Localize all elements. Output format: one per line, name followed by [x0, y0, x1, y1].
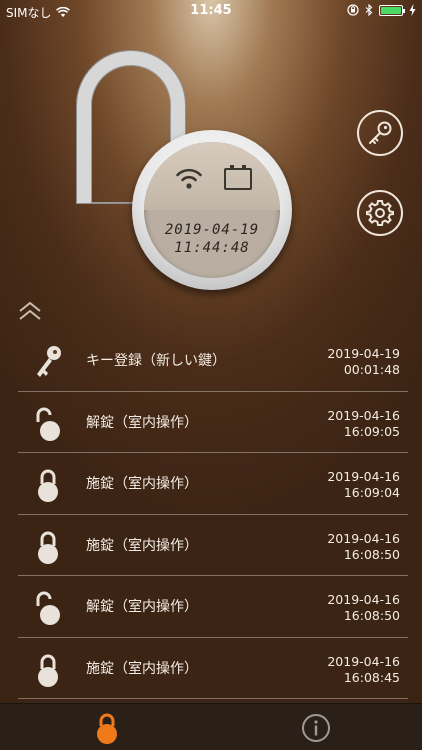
tab-lock[interactable] — [91, 712, 123, 744]
history-time: 16:08:50 — [343, 608, 400, 623]
double-chevron-up-icon — [19, 301, 41, 320]
history-time: 00:01:48 — [343, 362, 400, 377]
lock-tab-icon — [97, 713, 117, 744]
history-event-label: 施錠（室内操作） — [86, 660, 198, 677]
history-event-label: 施錠（室内操作） — [86, 537, 198, 554]
history-event-label: 施錠（室内操作） — [86, 476, 198, 492]
settings-button[interactable] — [357, 190, 403, 236]
history-time: 16:08:50 — [343, 546, 400, 562]
rotation-lock-icon — [347, 4, 359, 16]
history-timestamp: 2019-04-16 16:08:45 — [327, 654, 400, 686]
locked-icon — [32, 467, 64, 503]
tab-bar — [0, 703, 422, 750]
history-timestamp: 2019-04-16 16:08:50 — [327, 531, 400, 563]
locked-icon — [32, 529, 64, 565]
history-date: 2019-04-16 — [327, 592, 400, 607]
history-date: 2019-04-16 — [327, 469, 400, 484]
bluetooth-icon — [365, 4, 373, 16]
gear-icon — [366, 200, 394, 226]
history-timestamp: 2019-04-16 16:09:04 — [327, 469, 400, 501]
history-time: 16:08:45 — [343, 669, 400, 685]
history-event-label: キー登録（新しい鍵） — [86, 353, 226, 369]
history-date: 2019-04-16 — [327, 653, 400, 669]
history-row[interactable]: 施錠（室内操作） 2019-04-16 16:08:45 — [18, 638, 408, 699]
history-timestamp: 2019-04-19 00:01:48 — [327, 346, 400, 378]
display-time: 11:44:48 — [174, 240, 250, 256]
tab-info[interactable] — [300, 712, 332, 744]
history-row[interactable]: 施錠（室内操作） 2019-04-16 16:09:04 — [18, 453, 408, 515]
battery-status-icon — [379, 4, 405, 16]
history-time: 16:09:05 — [343, 423, 400, 439]
wifi-icon — [176, 168, 202, 189]
unlocked-icon — [32, 406, 64, 442]
history-date: 2019-04-16 — [327, 530, 400, 546]
history-row[interactable]: 解錠（室内操作） 2019-04-16 16:08:50 — [18, 576, 408, 638]
battery-fill — [381, 6, 401, 14]
lock-illustration[interactable]: 2019-04-19 11:44:48 — [70, 45, 300, 290]
history-timestamp: 2019-04-16 16:09:05 — [327, 408, 400, 440]
history-row[interactable]: 施錠（室内操作） 2019-04-16 16:08:50 — [18, 515, 408, 576]
history-row[interactable]: キー登録（新しい鍵） 2019-04-19 00:01:48 — [18, 330, 408, 392]
unlocked-icon — [32, 590, 64, 626]
history-list: キー登録（新しい鍵） 2019-04-19 00:01:48 解錠（室内操作） 2019… — [18, 330, 408, 699]
status-right — [347, 4, 416, 16]
history-date: 2019-04-16 — [327, 407, 400, 423]
key-icon — [32, 344, 64, 380]
history-event-label: 解錠（室内操作） — [86, 414, 198, 431]
lock-display-top — [144, 142, 280, 210]
key-button[interactable] — [357, 110, 403, 156]
history-date: 2019-04-19 — [327, 346, 400, 361]
battery-icon — [224, 165, 252, 190]
history-event-label: 解錠（室内操作） — [86, 599, 198, 615]
history-time: 16:09:04 — [343, 485, 400, 500]
locked-icon — [32, 652, 64, 688]
charging-bolt-icon — [409, 4, 416, 16]
collapse-history-button[interactable] — [17, 300, 43, 322]
history-timestamp: 2019-04-16 16:08:50 — [327, 592, 400, 624]
info-icon — [302, 714, 330, 742]
status-bar: SIMなし 11:45 — [0, 0, 422, 22]
lock-body: 2019-04-19 11:44:48 — [132, 130, 292, 290]
history-row[interactable]: 解錠（室内操作） 2019-04-16 16:09:05 — [18, 392, 408, 453]
lock-display: 2019-04-19 11:44:48 — [144, 142, 280, 278]
key-icon — [369, 121, 392, 144]
display-date: 2019-04-19 — [164, 222, 260, 238]
